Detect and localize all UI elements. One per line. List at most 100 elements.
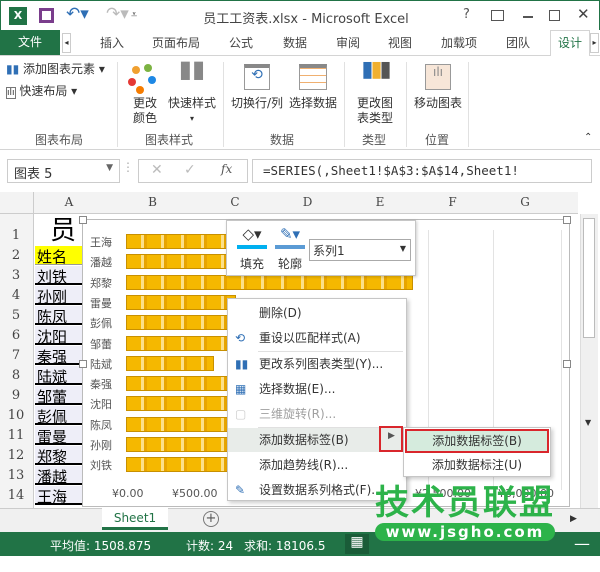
bar[interactable]	[126, 335, 236, 351]
tab-scroll-right[interactable]: ▸	[590, 33, 599, 53]
row-header[interactable]: 8	[0, 368, 32, 383]
formula-input[interactable]: =SERIES(,Sheet1!$A$3:$A$14,Sheet1!	[252, 159, 592, 183]
submenu-add-data-labels[interactable]: 添加数据标签(B)	[405, 429, 549, 453]
ribbon-display-icon[interactable]	[491, 10, 504, 21]
normal-view-icon[interactable]: ▦	[345, 534, 369, 554]
tab-insert[interactable]: 插入	[100, 34, 124, 51]
context-menu-item[interactable]: ⟲ 重设以匹配样式(A)	[228, 326, 405, 350]
column-header-b[interactable]: B	[105, 195, 200, 209]
change-chart-type-button[interactable]: ▮▮▮ 更改图表类型	[350, 59, 400, 126]
add-chart-element-button[interactable]: ▮▮ 添加图表元素 ▾	[6, 62, 105, 77]
context-menu-item[interactable]: ▦ 选择数据(E)...	[228, 377, 405, 401]
quick-layout-button[interactable]: ılı 快速布局 ▾	[6, 84, 77, 101]
name-box[interactable]: 图表 5 ▼	[7, 159, 120, 183]
fill-button[interactable]: ◇▾ 填充	[235, 225, 269, 272]
select-all-corner[interactable]	[0, 192, 34, 214]
scroll-down-icon[interactable]: ▼	[585, 418, 591, 427]
context-menu-item[interactable]: ▢ 三维旋转(R)...	[228, 402, 405, 426]
row-header[interactable]: 6	[0, 328, 32, 343]
group-type: 类型	[362, 133, 387, 147]
row-header[interactable]: 14	[0, 488, 32, 503]
column-header-f[interactable]: F	[415, 195, 490, 209]
chart-resize-handle[interactable]	[79, 360, 87, 368]
bar[interactable]	[126, 355, 215, 371]
column-header-c[interactable]: C	[200, 195, 270, 209]
quick-styles-button[interactable]: ▮▮ 快速样式 ▾	[166, 57, 218, 126]
tab-file[interactable]: 文件	[0, 30, 60, 55]
tab-team[interactable]: 团队	[506, 34, 530, 51]
bar[interactable]	[126, 457, 236, 473]
column-header-e[interactable]: E	[345, 195, 415, 209]
bar[interactable]	[126, 254, 236, 270]
row-header[interactable]: 10	[0, 408, 32, 423]
enter-icon[interactable]: ✓	[184, 162, 196, 178]
context-menu-item[interactable]: 删除(D)	[228, 301, 405, 325]
chart-resize-handle[interactable]	[79, 216, 87, 224]
sheet-tab-label: Sheet1	[113, 511, 157, 525]
column-header-g[interactable]: G	[490, 195, 560, 209]
tab-review[interactable]: 审阅	[336, 34, 360, 51]
submenu-arrow-highlight[interactable]: ▶	[379, 426, 403, 452]
cell-a1[interactable]: 员	[50, 210, 76, 247]
submenu-add-data-callouts[interactable]: 添加数据标注(U)	[405, 454, 549, 476]
outline-button[interactable]: ✎▾ 轮廓	[273, 225, 307, 272]
series-select[interactable]: 系列1 ▼	[309, 239, 411, 261]
tab-data[interactable]: 数据	[283, 34, 307, 51]
save-icon[interactable]	[39, 8, 54, 23]
tab-addins[interactable]: 加载项	[441, 34, 477, 51]
row-header[interactable]: 7	[0, 348, 32, 363]
chart-resize-handle[interactable]	[563, 216, 571, 224]
row-header[interactable]: 3	[0, 268, 32, 283]
select-data-icon	[299, 64, 327, 90]
row-header[interactable]: 9	[0, 388, 32, 403]
row-header[interactable]: 1	[0, 228, 32, 243]
tab-design[interactable]: 设计	[550, 30, 590, 56]
tab-scroll-left[interactable]: ◂	[62, 33, 71, 53]
bar[interactable]	[126, 234, 236, 249]
bar[interactable]	[126, 437, 236, 452]
maximize-icon[interactable]	[549, 10, 560, 21]
new-sheet-icon[interactable]: +	[203, 511, 219, 527]
context-menu-item[interactable]: 添加趋势线(R)...	[228, 453, 405, 477]
customize-qat-icon[interactable]: ⩡	[131, 8, 137, 22]
insert-function-icon[interactable]: fx	[221, 162, 232, 176]
close-icon[interactable]: ✕	[577, 5, 590, 23]
redo-icon[interactable]: ↷▾	[106, 4, 129, 24]
help-icon[interactable]: ?	[463, 7, 470, 22]
tab-formulas[interactable]: 公式	[229, 34, 253, 51]
change-colors-button[interactable]: 更改颜色	[124, 62, 166, 126]
scroll-right-icon[interactable]: ▶	[570, 514, 577, 524]
column-header-d[interactable]: D	[270, 195, 345, 209]
scroll-thumb[interactable]	[583, 218, 595, 338]
select-data-button[interactable]: 选择数据	[286, 62, 340, 111]
bar[interactable]	[126, 315, 236, 331]
switch-row-column-button[interactable]: ⟲ 切换行/列	[228, 62, 286, 111]
bar[interactable]	[126, 274, 414, 290]
minimize-icon[interactable]	[523, 16, 533, 18]
row-header[interactable]: 13	[0, 468, 32, 483]
chart-resize-handle[interactable]	[563, 360, 571, 368]
bar[interactable]	[126, 416, 236, 432]
row-header[interactable]: 2	[0, 248, 32, 263]
column-header-a[interactable]: A	[35, 195, 103, 209]
context-menu-item[interactable]: ▮▮ 更改系列图表类型(Y)...	[228, 352, 405, 376]
row-header[interactable]: 12	[0, 448, 32, 463]
collapse-ribbon-icon[interactable]: ⌃	[584, 132, 592, 143]
row-header[interactable]: 11	[0, 428, 32, 443]
cancel-icon[interactable]: ✕	[151, 162, 163, 178]
bar[interactable]	[126, 376, 236, 392]
tab-page-layout[interactable]: 页面布局	[152, 34, 200, 51]
bar[interactable]	[126, 294, 236, 310]
chart-type-icon: ▮▮	[235, 357, 249, 371]
tab-view[interactable]: 视图	[388, 34, 412, 51]
move-chart-button[interactable]: ılı 移动图表	[410, 62, 466, 111]
row-header[interactable]: 5	[0, 308, 32, 323]
vertical-scrollbar[interactable]: ▼	[580, 214, 598, 508]
bar[interactable]	[126, 396, 236, 412]
tab-design-label: 设计	[557, 36, 582, 50]
sheet-tab-sheet1[interactable]: Sheet1	[102, 508, 168, 530]
quick-layout-icon: ılı	[6, 87, 16, 99]
row-header[interactable]: 4	[0, 288, 32, 303]
zoom-in-icon[interactable]: — +	[574, 534, 600, 572]
undo-icon[interactable]: ↶▾	[66, 4, 89, 24]
